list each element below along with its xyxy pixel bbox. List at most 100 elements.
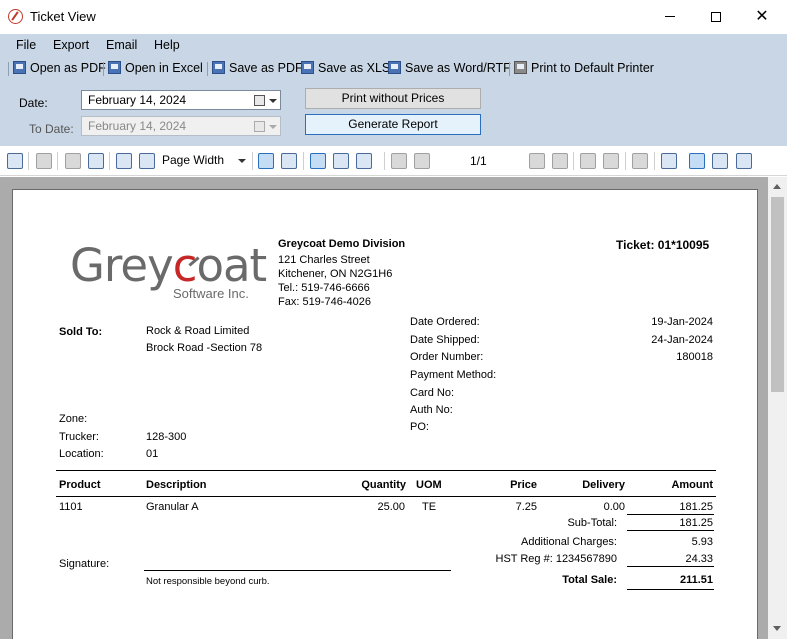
zoom-out-icon[interactable] [116, 153, 132, 169]
stop-icon[interactable] [632, 153, 648, 169]
date-shipped-label: Date Shipped: [410, 334, 480, 346]
toolbar-separator [8, 62, 9, 76]
row-amount: 181.25 [679, 501, 713, 513]
toolbar-separator [654, 152, 655, 170]
save-word-button[interactable]: Save as Word/RTF [388, 61, 511, 75]
date-ordered-label: Date Ordered: [410, 316, 480, 328]
total-top-rule [627, 566, 714, 567]
single-page-icon[interactable] [310, 153, 326, 169]
print-default-button[interactable]: Print to Default Printer [514, 61, 654, 75]
scroll-up-icon[interactable] [773, 184, 781, 189]
auth-no-label: Auth No: [410, 404, 453, 416]
scroll-thumb[interactable] [771, 197, 784, 392]
viewer-toolbar: Page Width 1/1 [0, 146, 787, 176]
report-page: Greycoat Software Inc. Greycoat Demo Div… [12, 189, 758, 639]
open-pdf-label: Open as PDF [30, 61, 106, 75]
page-indicator[interactable]: 1/1 [470, 154, 487, 168]
hand-tool-icon[interactable] [689, 153, 705, 169]
refresh-icon[interactable] [661, 153, 677, 169]
maximize-button[interactable] [693, 0, 739, 34]
whole-page-icon[interactable] [281, 153, 297, 169]
save-xls-button[interactable]: Save as XLS [301, 61, 390, 75]
toolbar-separator [625, 152, 626, 170]
toolbar-separator [303, 152, 304, 170]
last-page-icon[interactable] [552, 153, 568, 169]
copy-icon[interactable] [65, 153, 81, 169]
date-ordered-value: 19-Jan-2024 [651, 316, 713, 328]
toolbar-separator [573, 152, 574, 170]
find-icon[interactable] [88, 153, 104, 169]
menu-help[interactable]: Help [154, 38, 180, 52]
total-sale-value: 211.51 [679, 574, 713, 586]
company-fax: Fax: 519-746-4026 [278, 296, 371, 308]
payment-method-label: Payment Method: [410, 369, 497, 381]
zone-label: Zone: [59, 413, 88, 425]
signature-label: Signature: [59, 558, 110, 570]
trucker-label: Trucker: [59, 431, 99, 443]
zoom-select[interactable]: Page Width [162, 153, 250, 170]
print-default-label: Print to Default Printer [531, 61, 654, 75]
to-date-label: To Date: [29, 122, 74, 136]
continuous-icon[interactable] [333, 153, 349, 169]
save-pdf-button[interactable]: Save as PDF [212, 61, 303, 75]
menu-email[interactable]: Email [106, 38, 137, 52]
zoom-value: Page Width [162, 153, 225, 167]
menu-file[interactable]: File [16, 38, 36, 52]
company-name: Greycoat Demo Division [278, 238, 406, 250]
previous-page-icon[interactable] [414, 153, 430, 169]
date-value: February 14, 2024 [88, 93, 187, 107]
print-icon[interactable] [36, 153, 52, 169]
subtotal-label: Sub-Total: [567, 517, 617, 529]
toolbar-separator [252, 152, 253, 170]
select-tool-icon[interactable] [712, 153, 728, 169]
minimize-button[interactable] [647, 0, 693, 34]
picture-icon [13, 61, 26, 74]
subtotal-rule [627, 514, 714, 515]
generate-report-button[interactable]: Generate Report [305, 114, 481, 135]
title-bar: Ticket View ✕ [0, 0, 787, 34]
chevron-down-icon[interactable] [238, 159, 246, 163]
close-button[interactable]: ✕ [739, 0, 785, 34]
report-viewport[interactable]: Greycoat Software Inc. Greycoat Demo Div… [0, 177, 768, 639]
col-uom: UOM [416, 479, 442, 491]
scroll-down-icon[interactable] [773, 626, 781, 631]
total-bottom-rule [627, 589, 714, 590]
first-page-icon[interactable] [391, 153, 407, 169]
page-width-icon[interactable] [258, 153, 274, 169]
hst-label: HST Reg #: 1234567890 [495, 553, 618, 565]
chevron-down-icon[interactable] [269, 99, 277, 103]
app-icon [8, 9, 23, 24]
save-xls-label: Save as XLS [318, 61, 391, 75]
additional-charges-value: 5.93 [691, 536, 713, 548]
additional-charges-label: Additional Charges: [520, 536, 617, 548]
col-description: Description [146, 479, 207, 491]
picture-icon [108, 61, 121, 74]
open-excel-button[interactable]: Open in Excel [108, 61, 203, 75]
calendar-icon [254, 121, 265, 132]
printer-icon [514, 61, 527, 74]
zoom-in-icon[interactable] [139, 153, 155, 169]
date-picker[interactable]: February 14, 2024 [81, 90, 281, 110]
top-panel: File Export Email Help Open as PDF Open … [0, 34, 787, 146]
to-date-value: February 14, 2024 [88, 119, 187, 133]
vertical-scrollbar[interactable] [768, 177, 787, 639]
po-label: PO: [410, 421, 429, 433]
col-delivery: Delivery [582, 479, 625, 491]
row-price: 7.25 [515, 501, 537, 513]
table-top-rule [56, 470, 716, 471]
picture-icon [212, 61, 225, 74]
print-without-prices-button[interactable]: Print without Prices [305, 88, 481, 109]
back-icon[interactable] [580, 153, 596, 169]
next-page-icon[interactable] [529, 153, 545, 169]
save-pdf-label: Save as PDF [229, 61, 303, 75]
menu-export[interactable]: Export [53, 38, 89, 52]
toolbar-separator [109, 152, 110, 170]
location-label: Location: [59, 448, 104, 460]
forward-icon[interactable] [603, 153, 619, 169]
open-pdf-button[interactable]: Open as PDF [13, 61, 106, 75]
calendar-icon[interactable] [254, 95, 265, 106]
date-shipped-value: 24-Jan-2024 [651, 334, 713, 346]
toggle-tree-icon[interactable] [7, 153, 23, 169]
multi-page-icon[interactable] [356, 153, 372, 169]
snapshot-icon[interactable] [736, 153, 752, 169]
